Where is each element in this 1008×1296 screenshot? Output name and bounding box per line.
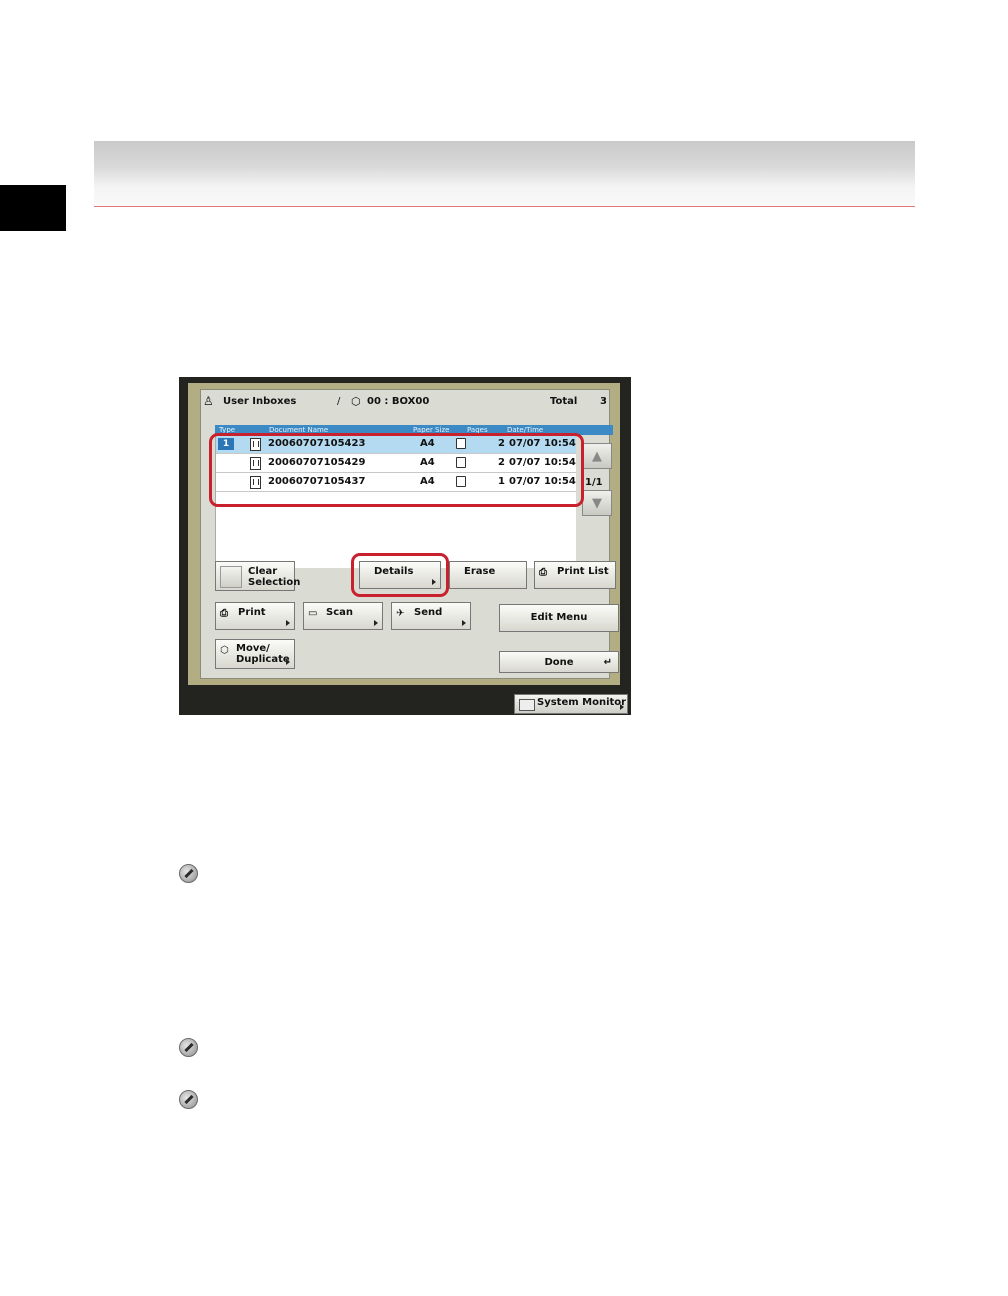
details-label: Details [374,566,414,577]
scroll-down-button[interactable]: ▼ [582,490,612,516]
column-pages[interactable]: Pages [467,425,488,435]
document-icon [250,476,261,489]
box-label: 00 : BOX00 [367,396,430,407]
section-header [94,141,915,207]
inbox-screen: ♙ User Inboxes / ⬡ 00 : BOX00 Total 3 Ty… [200,389,619,679]
erase-label: Erase [464,566,496,577]
arrow-right-icon [286,659,290,665]
clear-selection-label-2: Selection [248,577,301,588]
return-icon: ↵ [603,657,612,668]
arrow-right-icon [286,620,290,626]
total-label: Total [550,396,578,407]
paper-icon [456,476,466,487]
status-bar: System Monitor [179,685,631,715]
details-button[interactable]: Details [359,561,441,589]
print-list-button[interactable]: ⎙ Print List [534,561,616,589]
erase-button[interactable]: Erase [449,561,527,589]
document-name: 20060707105437 [268,476,366,487]
scan-button[interactable]: ▭ Scan [303,602,383,630]
page-count: 2 [498,438,505,449]
table-row[interactable]: 1 20060707105423 A4 2 07/07 10:54 [216,435,576,454]
column-datetime[interactable]: Date/Time [507,425,543,435]
table-row[interactable]: 20060707105429 A4 2 07/07 10:54 [216,454,576,473]
box-icon: ⬡ [351,395,361,408]
total-value: 3 [600,396,607,407]
arrow-right-icon [374,620,378,626]
table-row[interactable]: 20060707105437 A4 1 07/07 10:54 [216,473,576,492]
page-indicator: 1/1 [585,477,603,488]
page-count: 1 [498,476,505,487]
done-button[interactable]: Done ↵ [499,651,619,673]
scanner-icon: ▭ [308,608,318,619]
column-type[interactable]: Type [219,425,235,435]
send-button[interactable]: ✈ Send [391,602,471,630]
move-icon: ⬡ [220,645,229,656]
paper-icon [456,438,466,449]
paper-size: A4 [420,438,435,449]
page-count: 2 [498,457,505,468]
system-monitor-button[interactable]: System Monitor [514,694,628,714]
arrow-right-icon [432,579,436,585]
column-header-bar: Type Document Name Paper Size Pages Date… [215,425,613,435]
document-icon [250,457,261,470]
system-monitor-label: System Monitor [537,697,627,708]
title-row: ♙ User Inboxes / ⬡ 00 : BOX00 Total 3 [201,390,611,414]
edit-menu-label: Edit Menu [530,612,588,623]
date-time: 07/07 10:54 [509,476,576,487]
monitor-icon [519,699,535,711]
column-document-name[interactable]: Document Name [269,425,328,435]
paper-size: A4 [420,457,435,468]
print-label: Print [238,607,266,618]
title-separator: / [337,396,341,407]
document-name: 20060707105429 [268,457,366,468]
screen-title: User Inboxes [223,396,297,407]
scroll-up-button[interactable]: ▲ [582,443,612,469]
row-number: 1 [218,438,234,450]
print-button[interactable]: ⎙ Print [215,602,295,630]
panel-frame: ♙ User Inboxes / ⬡ 00 : BOX00 Total 3 Ty… [188,383,620,685]
user-icon: ♙ [203,394,214,408]
document-list: 1 20060707105423 A4 2 07/07 10:54 200607… [215,435,576,568]
edit-menu-button[interactable]: Edit Menu [499,604,619,632]
document-name: 20060707105423 [268,438,366,449]
send-label: Send [414,607,443,618]
checkbox-icon [220,566,242,588]
arrow-right-icon [462,620,466,626]
clear-selection-label-1: Clear [248,566,278,577]
move-duplicate-label-1: Move/ [236,643,270,654]
arrow-right-icon [620,704,624,710]
print-list-label: Print List [557,566,609,577]
done-label: Done [544,657,574,668]
column-paper-size[interactable]: Paper Size [413,425,449,435]
paper-icon [456,457,466,468]
pencil-note-icon [179,1038,198,1057]
touch-panel-screenshot: ♙ User Inboxes / ⬡ 00 : BOX00 Total 3 Ty… [179,377,631,715]
pencil-note-icon [179,864,198,883]
date-time: 07/07 10:54 [509,457,576,468]
printer-icon: ⎙ [539,567,547,578]
clear-selection-button[interactable]: Clear Selection [215,561,301,591]
printer-icon: ⎙ [220,608,228,619]
scan-label: Scan [326,607,353,618]
document-icon [250,438,261,451]
paper-size: A4 [420,476,435,487]
date-time: 07/07 10:54 [509,438,576,449]
pencil-note-icon [179,1090,198,1109]
header-rule [94,206,915,207]
move-duplicate-button[interactable]: ⬡ Move/ Duplicate [215,639,295,669]
send-icon: ✈ [396,608,405,619]
chapter-tab [0,185,66,231]
